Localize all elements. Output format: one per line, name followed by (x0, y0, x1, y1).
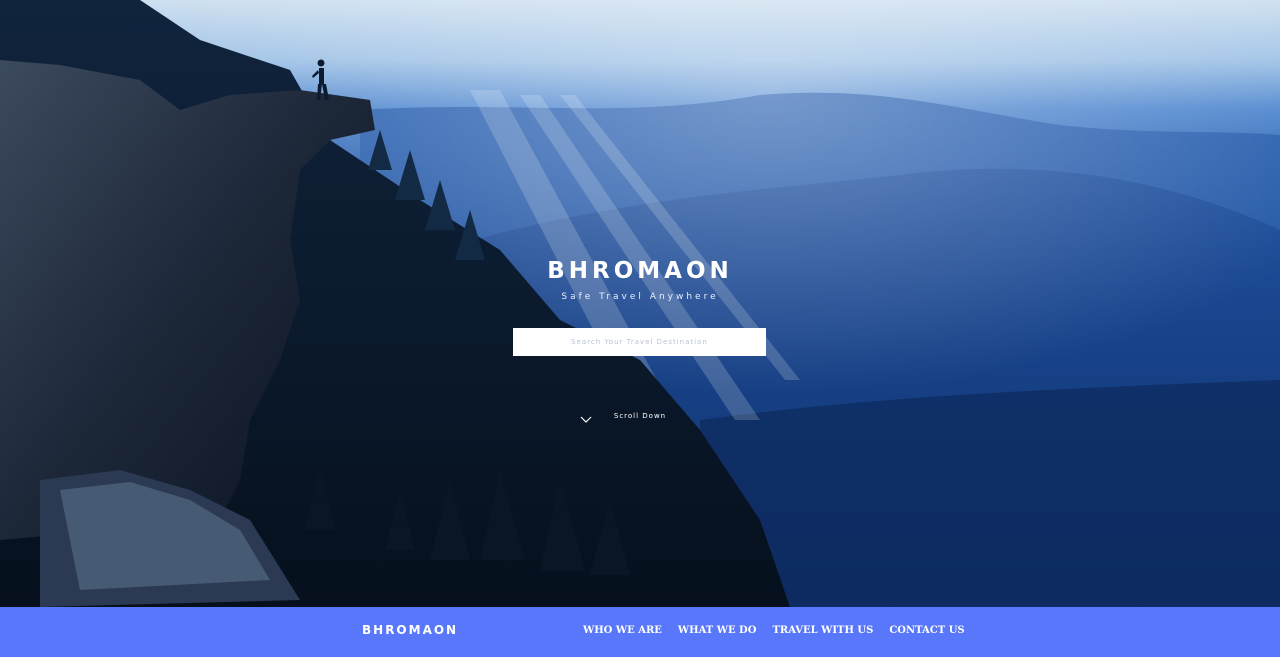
hero-background-image (0, 0, 1280, 607)
navbar-brand-logo[interactable]: BHROMAON (362, 623, 458, 637)
destination-search-input[interactable] (513, 328, 766, 356)
scroll-down-button[interactable]: Scroll Down (580, 412, 700, 423)
nav-link-travel-with-us[interactable]: TRAVEL WITH US (772, 625, 873, 636)
scroll-down-label: Scroll Down (613, 412, 667, 420)
hero-tagline: Safe Travel Anywhere (561, 292, 719, 302)
nav-link-who-we-are[interactable]: WHO WE ARE (583, 625, 662, 636)
nav-link-what-we-do[interactable]: WHAT WE DO (678, 625, 757, 636)
navbar: BHROMAON WHO WE ARE WHAT WE DO TRAVEL WI… (0, 607, 1280, 657)
nav-links: WHO WE ARE WHAT WE DO TRAVEL WITH US CON… (583, 625, 965, 636)
chevron-down-icon (580, 416, 592, 423)
nav-link-contact-us[interactable]: CONTACT US (889, 625, 964, 636)
hero-title: BHROMAON (547, 258, 733, 284)
hero-section: BHROMAON Safe Travel Anywhere Scroll Dow… (0, 0, 1280, 607)
